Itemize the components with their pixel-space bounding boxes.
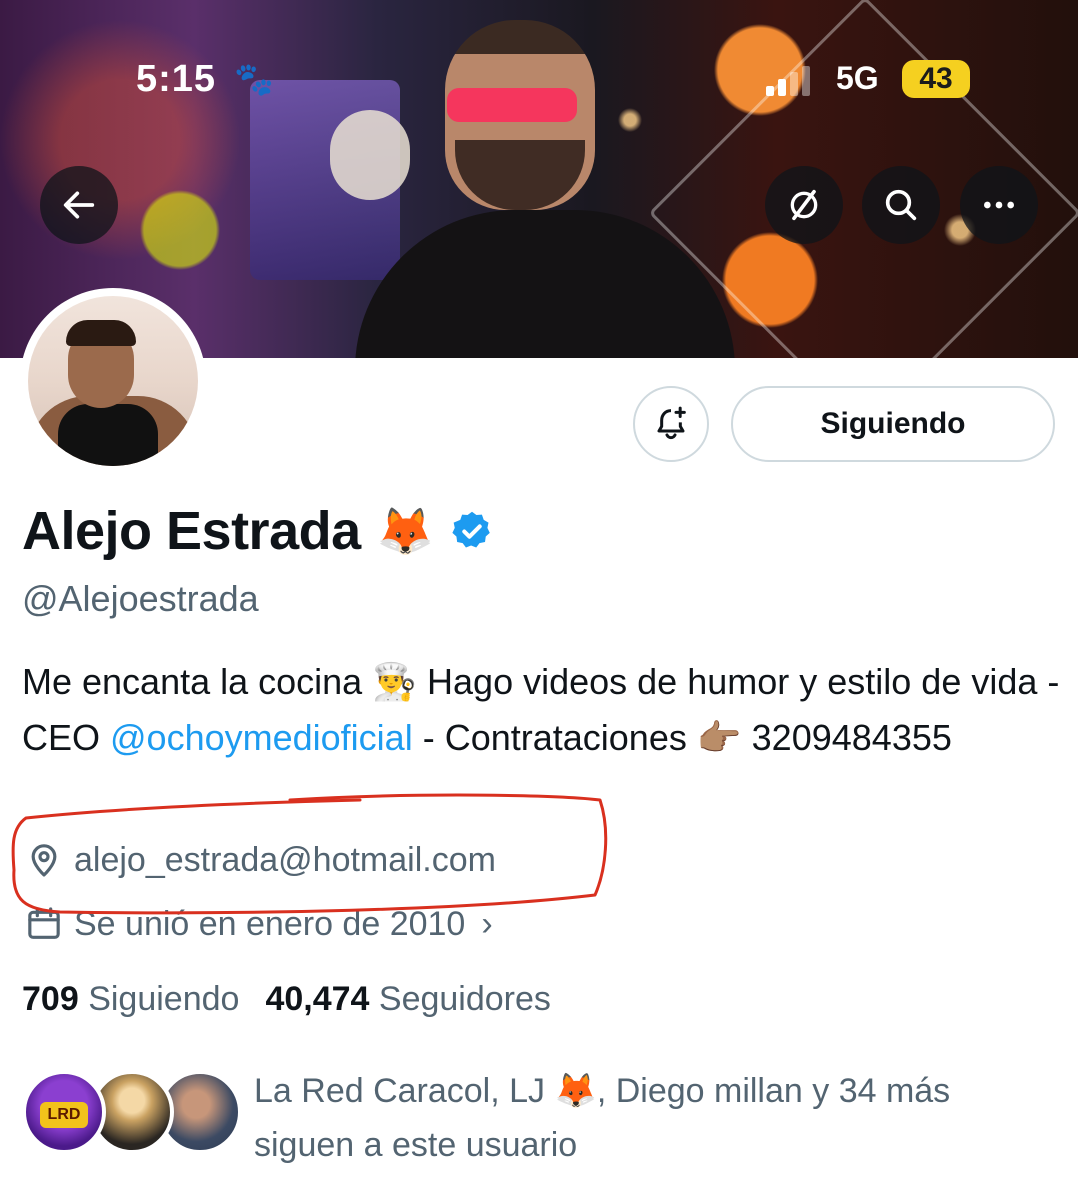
- notifications-button[interactable]: [633, 386, 709, 462]
- profile-handle: @Alejoestrada: [22, 578, 259, 619]
- followers-stat[interactable]: 40,474 Seguidores: [265, 980, 550, 1019]
- grok-slash-icon: [790, 189, 818, 221]
- followers-label: Seguidores: [378, 980, 551, 1018]
- bio-text-end: - Contrataciones 👉🏽 3209484355: [412, 717, 952, 758]
- lrd-badge: LRD: [40, 1102, 88, 1128]
- location-text: alejo_estrada@hotmail.com: [74, 840, 496, 879]
- following-count: 709: [22, 980, 79, 1018]
- following-label: Siguiendo: [88, 980, 240, 1018]
- bell-plus-icon: [657, 406, 686, 440]
- profile-bio: Me encanta la cocina 👨‍🍳 Hago videos de …: [22, 654, 1062, 766]
- status-bar: 5:15 🐾 5G 43: [0, 0, 1078, 160]
- network-label: 5G: [836, 60, 879, 96]
- grok-button[interactable]: [765, 166, 843, 244]
- arrow-left-icon: [63, 191, 95, 219]
- following-stat[interactable]: 709 Siguiendo: [22, 980, 239, 1019]
- bio-mention-link[interactable]: @ochoymedioficial: [110, 717, 413, 758]
- joined-row[interactable]: Se unió en enero de 2010 ›: [24, 904, 493, 944]
- more-button[interactable]: [960, 166, 1038, 244]
- followed-by-text: La Red Caracol, LJ 🦊, Diego millan y 34 …: [254, 1072, 951, 1164]
- search-button[interactable]: [862, 166, 940, 244]
- calendar-icon: [28, 907, 60, 939]
- more-horizontal-icon: [984, 201, 1014, 209]
- followed-by-section[interactable]: LRD La Red Caracol, LJ 🦊, Diego millan y…: [22, 1064, 1072, 1174]
- location-row: alejo_estrada@hotmail.com: [24, 840, 496, 880]
- avatar-photo: [28, 296, 198, 466]
- profile-name: Alejo Estrada: [22, 501, 361, 561]
- signal-icon: [766, 66, 812, 96]
- avatar[interactable]: [20, 288, 206, 474]
- follow-stats: 709 Siguiendo 40,474 Seguidores: [22, 980, 577, 1019]
- followers-count: 40,474: [265, 980, 370, 1018]
- search-icon: [885, 189, 917, 221]
- joined-text: Se unió en enero de 2010: [74, 904, 466, 943]
- location-pin-icon: [31, 844, 57, 877]
- status-time: 5:15: [136, 58, 217, 100]
- fox-emoji: 🦊: [376, 504, 434, 557]
- back-button[interactable]: [40, 166, 118, 244]
- chevron-right-icon: ›: [481, 904, 493, 943]
- paw-icon: 🐾: [234, 61, 274, 97]
- following-button[interactable]: Siguiendo: [731, 386, 1055, 462]
- profile-name-row: Alejo Estrada 🦊: [22, 500, 494, 562]
- verified-badge-icon[interactable]: [450, 509, 494, 553]
- battery-icon: 43: [902, 60, 970, 98]
- follower-avatar-1: LRD: [22, 1070, 106, 1154]
